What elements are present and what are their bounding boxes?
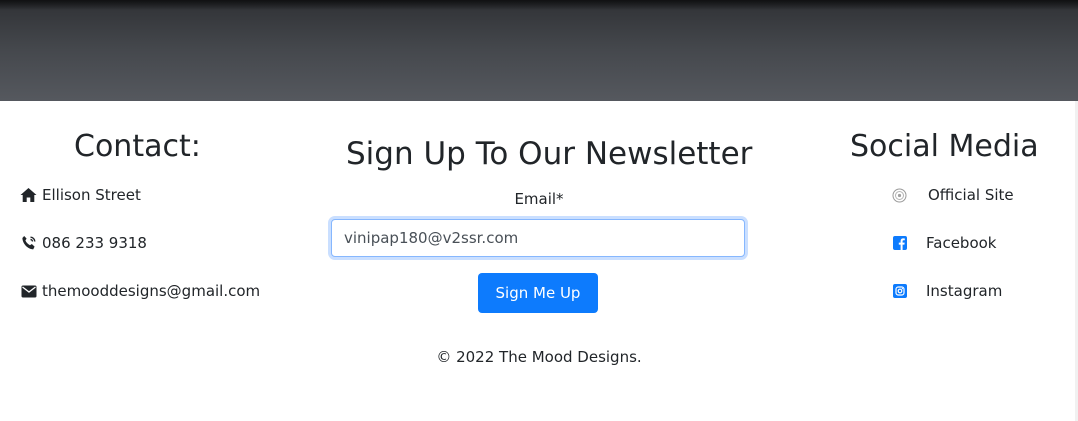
contact-email: themooddesigns@gmail.com (20, 282, 260, 300)
instagram-label[interactable]: Instagram (926, 282, 1002, 300)
email-field[interactable] (331, 219, 745, 257)
contact-phone-text: 086 233 9318 (42, 234, 147, 252)
contact-email-text: themooddesigns@gmail.com (42, 282, 261, 300)
envelope-icon (20, 283, 37, 300)
copyright-text: © 2022 The Mood Designs. (436, 348, 642, 366)
instagram-icon (892, 284, 907, 299)
facebook-label[interactable]: Facebook (926, 234, 996, 252)
facebook-icon (892, 236, 907, 251)
sign-me-up-button[interactable]: Sign Me Up (478, 273, 598, 313)
contact-phone: 086 233 9318 (20, 234, 147, 252)
social-link-official-site[interactable]: Official Site (892, 186, 1014, 204)
phone-icon (20, 235, 37, 252)
newsletter-heading: Sign Up To Our Newsletter (346, 136, 753, 172)
contact-heading: Contact: (74, 129, 201, 164)
social-media-heading: Social Media (850, 129, 1039, 164)
social-link-facebook[interactable]: Facebook (892, 234, 996, 252)
official-site-label[interactable]: Official Site (928, 186, 1014, 204)
social-link-instagram[interactable]: Instagram (892, 282, 1002, 300)
official-site-icon (892, 188, 907, 203)
hero-banner-image (0, 0, 1078, 101)
